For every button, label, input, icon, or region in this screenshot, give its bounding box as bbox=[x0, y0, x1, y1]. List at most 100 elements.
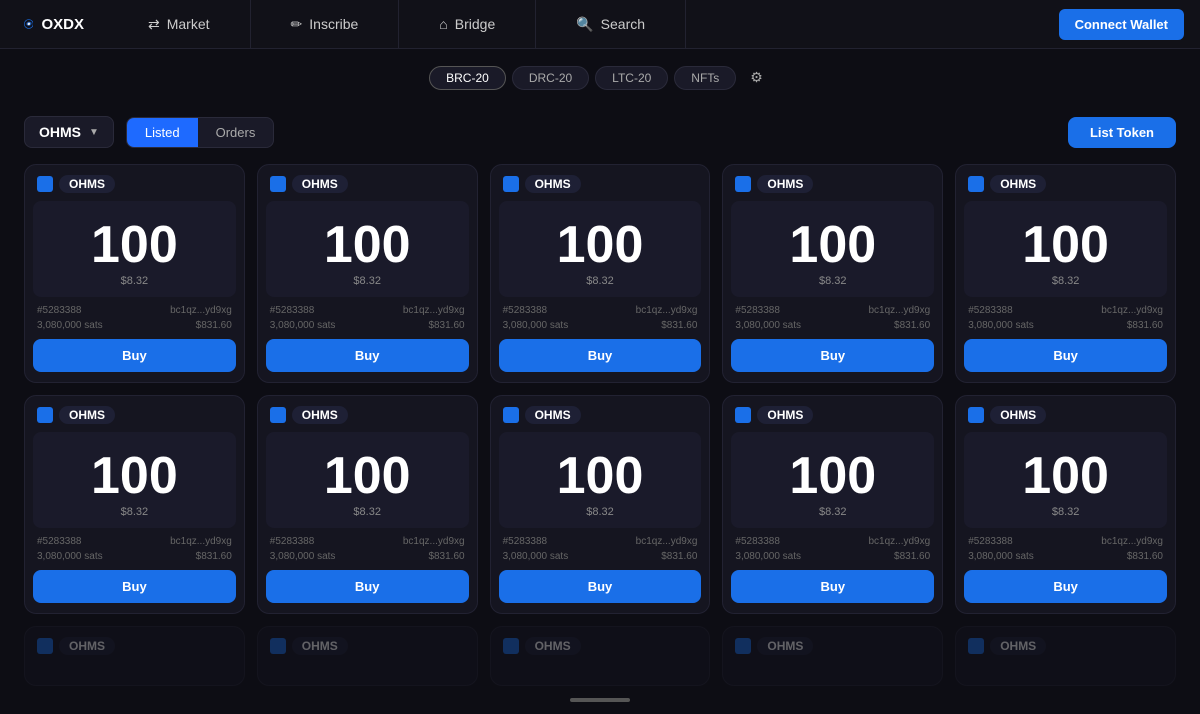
settings-icon[interactable]: ⚙ bbox=[742, 65, 771, 90]
card-price: $831.60 bbox=[428, 320, 464, 331]
card-amount: 100 bbox=[45, 450, 224, 502]
card-price: $831.60 bbox=[1127, 320, 1163, 331]
card-info: #5283388 bc1qz...yd9xg bbox=[956, 528, 1175, 551]
card-header: OHMS bbox=[723, 396, 942, 432]
card-wallet: bc1qz...yd9xg bbox=[636, 305, 698, 316]
card-header: OHMS bbox=[491, 165, 710, 201]
card-body: 100 $8.32 bbox=[266, 432, 469, 528]
card-usd: $8.32 bbox=[511, 275, 690, 287]
card-partial-header: OHMS bbox=[491, 627, 710, 663]
card-price: $831.60 bbox=[894, 320, 930, 331]
card-body: 100 $8.32 bbox=[731, 432, 934, 528]
search-icon: 🔍 bbox=[576, 16, 593, 33]
buy-button[interactable]: Buy bbox=[731, 570, 934, 603]
card-header: OHMS bbox=[25, 165, 244, 201]
nav-label-market: Market bbox=[167, 16, 210, 32]
token-card: OHMS 100 $8.32 #5283388 bc1qz...yd9xg 3,… bbox=[955, 395, 1176, 614]
card-price: $831.60 bbox=[661, 551, 697, 562]
list-token-button[interactable]: List Token bbox=[1068, 117, 1176, 148]
card-sats-row: 3,080,000 sats $831.60 bbox=[956, 320, 1175, 339]
card-price: $831.60 bbox=[661, 320, 697, 331]
nav-item-bridge[interactable]: ⌂ Bridge bbox=[399, 0, 536, 48]
card-price: $831.60 bbox=[196, 551, 232, 562]
card-id: #5283388 bbox=[968, 536, 1013, 547]
card-header: OHMS bbox=[956, 396, 1175, 432]
card-sats-row: 3,080,000 sats $831.60 bbox=[956, 551, 1175, 570]
token-icon bbox=[270, 176, 286, 192]
token-icon bbox=[37, 638, 53, 654]
cards-grid-row1: OHMS 100 $8.32 #5283388 bc1qz...yd9xg 3,… bbox=[0, 164, 1200, 383]
card-usd: $8.32 bbox=[976, 506, 1155, 518]
connect-wallet-button[interactable]: Connect Wallet bbox=[1059, 9, 1184, 40]
card-token-name: OHMS bbox=[757, 637, 813, 655]
view-tab-orders[interactable]: Orders bbox=[198, 118, 274, 147]
card-body: 100 $8.32 bbox=[499, 432, 702, 528]
card-sats-row: 3,080,000 sats $831.60 bbox=[723, 320, 942, 339]
card-sats-row: 3,080,000 sats $831.60 bbox=[25, 551, 244, 570]
token-icon bbox=[968, 176, 984, 192]
buy-button[interactable]: Buy bbox=[33, 570, 236, 603]
logo[interactable]: OXDX bbox=[0, 8, 108, 40]
nav-item-search[interactable]: 🔍 Search bbox=[536, 0, 686, 48]
buy-button[interactable]: Buy bbox=[731, 339, 934, 372]
card-wallet: bc1qz...yd9xg bbox=[170, 305, 232, 316]
card-price: $831.60 bbox=[196, 320, 232, 331]
cards-grid-partial: OHMS OHMS OHMS OHMS OHMS bbox=[0, 626, 1200, 686]
card-usd: $8.32 bbox=[511, 506, 690, 518]
card-sats-row: 3,080,000 sats $831.60 bbox=[25, 320, 244, 339]
nav-right: Connect Wallet bbox=[1059, 9, 1200, 40]
token-selector[interactable]: OHMS ▼ bbox=[24, 116, 114, 148]
navbar: OXDX ⇄ Market ✏ Inscribe ⌂ Bridge 🔍 Sear… bbox=[0, 0, 1200, 49]
market-icon: ⇄ bbox=[148, 16, 160, 33]
scroll-indicator bbox=[0, 686, 1200, 714]
tab-brc20[interactable]: BRC-20 bbox=[429, 66, 506, 90]
nav-item-inscribe[interactable]: ✏ Inscribe bbox=[251, 0, 400, 48]
card-usd: $8.32 bbox=[45, 275, 224, 287]
token-card-partial: OHMS bbox=[24, 626, 245, 686]
buy-button[interactable]: Buy bbox=[499, 339, 702, 372]
buy-button[interactable]: Buy bbox=[266, 570, 469, 603]
card-amount: 100 bbox=[743, 219, 922, 271]
token-icon bbox=[270, 407, 286, 423]
card-sats: 3,080,000 sats bbox=[503, 320, 569, 331]
card-wallet: bc1qz...yd9xg bbox=[1101, 536, 1163, 547]
buy-button[interactable]: Buy bbox=[499, 570, 702, 603]
token-icon bbox=[968, 407, 984, 423]
token-icon bbox=[735, 407, 751, 423]
card-token-name: OHMS bbox=[757, 406, 813, 424]
card-info: #5283388 bc1qz...yd9xg bbox=[258, 297, 477, 320]
nav-label-search: Search bbox=[601, 16, 645, 32]
card-amount: 100 bbox=[45, 219, 224, 271]
card-amount: 100 bbox=[511, 219, 690, 271]
card-id: #5283388 bbox=[37, 305, 82, 316]
card-token-name: OHMS bbox=[292, 406, 348, 424]
card-info: #5283388 bc1qz...yd9xg bbox=[723, 297, 942, 320]
card-info: #5283388 bc1qz...yd9xg bbox=[491, 297, 710, 320]
card-sats-row: 3,080,000 sats $831.60 bbox=[258, 320, 477, 339]
card-wallet: bc1qz...yd9xg bbox=[868, 536, 930, 547]
card-partial-header: OHMS bbox=[723, 627, 942, 663]
token-card-partial: OHMS bbox=[490, 626, 711, 686]
card-price: $831.60 bbox=[1127, 551, 1163, 562]
card-usd: $8.32 bbox=[45, 506, 224, 518]
tab-drc20[interactable]: DRC-20 bbox=[512, 66, 589, 90]
card-body: 100 $8.32 bbox=[33, 432, 236, 528]
nav-item-market[interactable]: ⇄ Market bbox=[108, 0, 251, 48]
tab-ltc20[interactable]: LTC-20 bbox=[595, 66, 668, 90]
buy-button[interactable]: Buy bbox=[33, 339, 236, 372]
card-token-name: OHMS bbox=[757, 175, 813, 193]
buy-button[interactable]: Buy bbox=[266, 339, 469, 372]
token-card-partial: OHMS bbox=[257, 626, 478, 686]
view-tab-listed[interactable]: Listed bbox=[127, 118, 198, 147]
card-sats: 3,080,000 sats bbox=[968, 551, 1034, 562]
card-sats: 3,080,000 sats bbox=[270, 551, 336, 562]
token-card: OHMS 100 $8.32 #5283388 bc1qz...yd9xg 3,… bbox=[24, 395, 245, 614]
buy-button[interactable]: Buy bbox=[964, 570, 1167, 603]
card-amount: 100 bbox=[278, 450, 457, 502]
card-info: #5283388 bc1qz...yd9xg bbox=[258, 528, 477, 551]
buy-button[interactable]: Buy bbox=[964, 339, 1167, 372]
token-icon bbox=[735, 176, 751, 192]
card-body: 100 $8.32 bbox=[964, 432, 1167, 528]
token-icon bbox=[37, 176, 53, 192]
tab-nfts[interactable]: NFTs bbox=[674, 66, 736, 90]
